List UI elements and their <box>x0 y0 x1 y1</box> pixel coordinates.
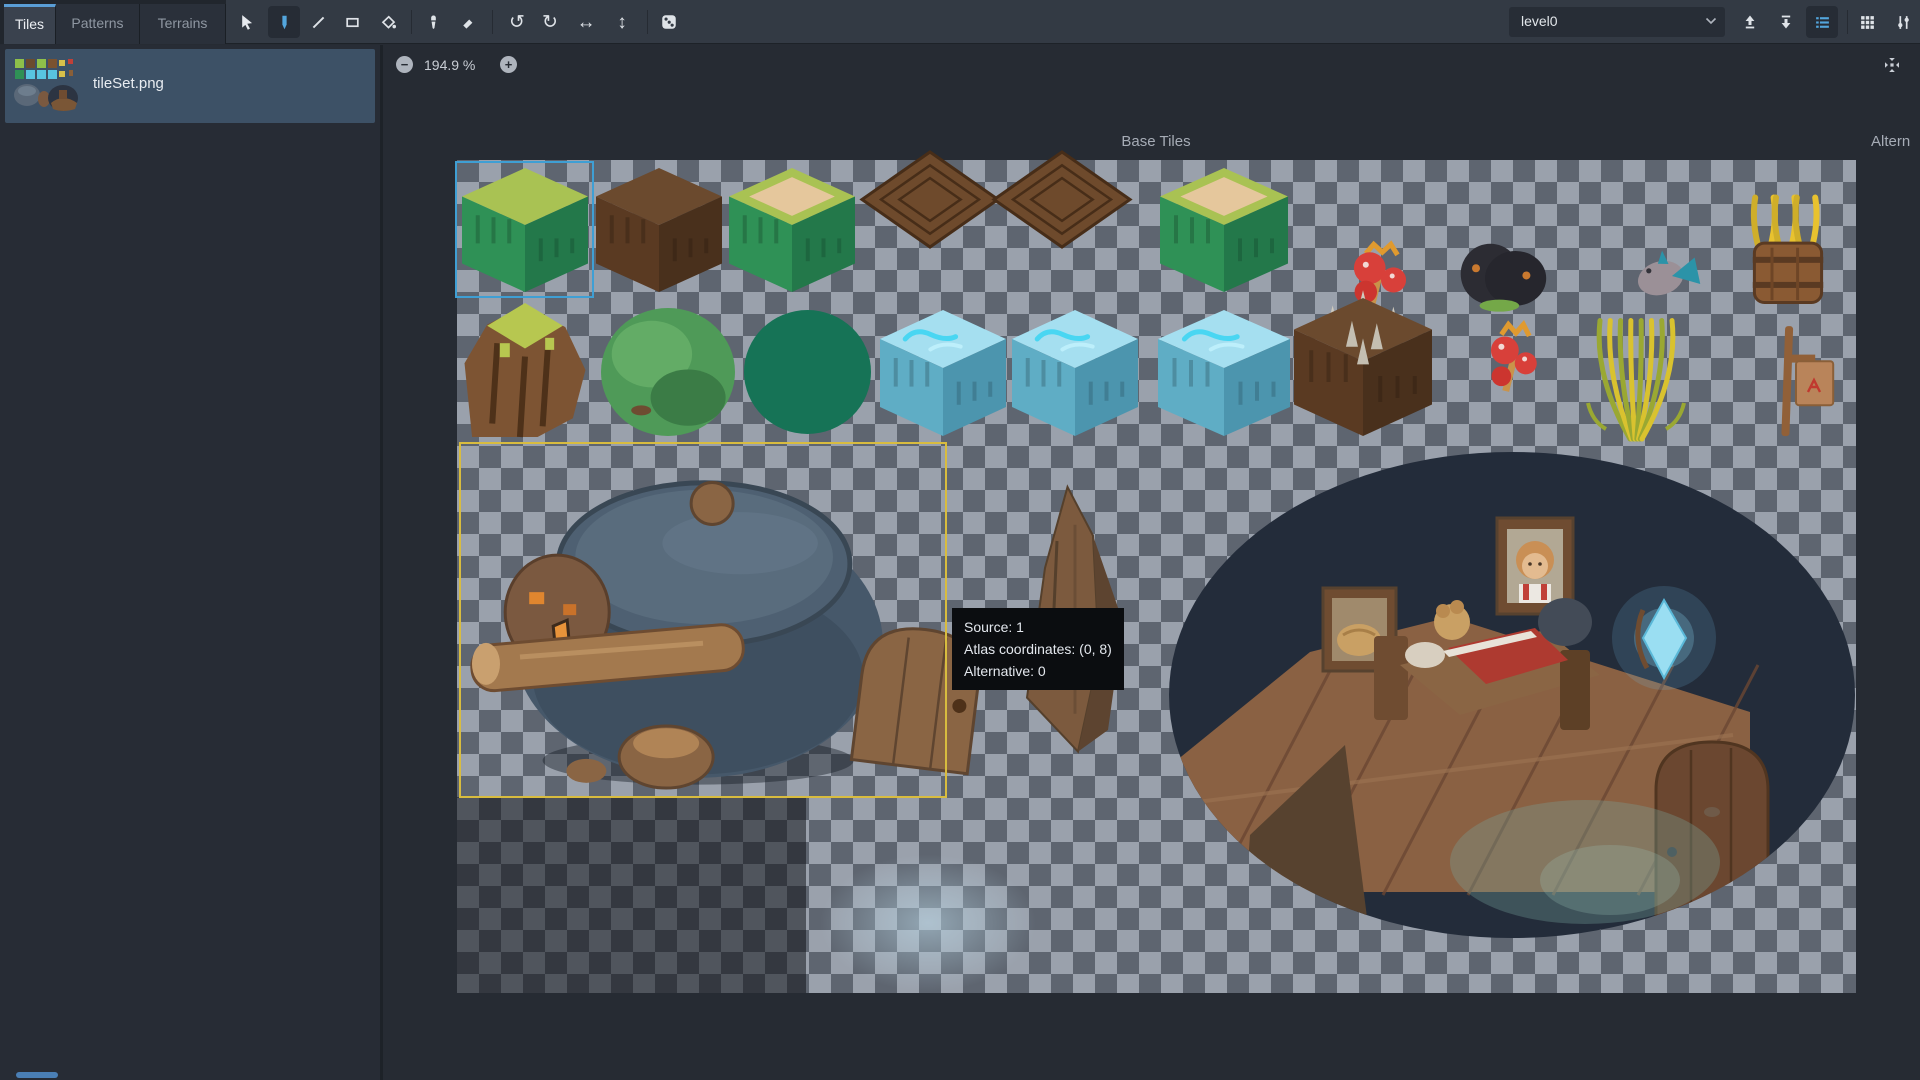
flip-vertical-button[interactable]: ↕ <box>606 6 638 38</box>
line-icon <box>310 14 327 31</box>
flip-horizontal-icon: ↔ <box>577 13 596 32</box>
atlas-canvas[interactable]: − 194.9 % + Base Tiles Altern Source: 1 … <box>383 45 1920 1080</box>
eyedropper-icon <box>425 14 442 31</box>
rotate-right-button[interactable]: ↻ <box>534 6 566 38</box>
sliders-icon <box>1895 14 1912 31</box>
editor-tab-strip: Tiles Patterns Terrains <box>0 0 226 44</box>
base-tiles-header: Base Tiles <box>1100 133 1212 150</box>
recenter-view-button[interactable] <box>1883 56 1901 74</box>
move-layer-down-button[interactable] <box>1770 6 1802 38</box>
hscrollbar-thumb[interactable] <box>16 1072 58 1078</box>
grid-icon <box>1859 14 1876 31</box>
selected-tile-outline <box>455 161 594 298</box>
ghost-tile-glow <box>778 828 1078 1018</box>
arrow-down-bar-icon <box>1778 14 1794 30</box>
recenter-icon <box>1883 56 1901 74</box>
toolbar-separator <box>1847 10 1848 34</box>
bucket-icon <box>380 14 397 31</box>
rect-tool-button[interactable] <box>336 6 368 38</box>
tile-source-item[interactable]: tileSet.png <box>5 49 375 123</box>
tile-tooltip: Source: 1 Atlas coordinates: (0, 8) Alte… <box>952 608 1124 690</box>
tileset-thumbnail <box>13 57 81 115</box>
layer-select-value: level0 <box>1521 13 1558 29</box>
paint-tool-button[interactable] <box>268 6 300 38</box>
highlight-layer-toggle[interactable] <box>1806 6 1838 38</box>
flip-vertical-icon: ↕ <box>617 13 627 32</box>
picker-tool-button[interactable] <box>417 6 449 38</box>
zoom-level-label: 194.9 % <box>424 57 475 73</box>
undo-icon: ↺ <box>509 13 525 32</box>
tooltip-atlas-coordinates: Atlas coordinates: (0, 8) <box>964 638 1112 660</box>
alternative-tiles-header-clipped: Altern <box>1871 133 1910 150</box>
list-icon <box>1814 14 1831 31</box>
dimmed-region <box>457 797 806 993</box>
zoom-in-button[interactable]: + <box>500 56 517 73</box>
toolbar-separator <box>647 10 648 34</box>
redo-icon: ↻ <box>542 13 558 32</box>
bucket-fill-tool-button[interactable] <box>372 6 404 38</box>
rect-icon <box>344 14 361 31</box>
flip-horizontal-button[interactable]: ↔ <box>570 6 602 38</box>
eraser-icon <box>459 14 476 31</box>
move-layer-up-button[interactable] <box>1734 6 1766 38</box>
pencil-icon <box>276 14 293 31</box>
tab-patterns[interactable]: Patterns <box>56 4 140 44</box>
tab-terrains[interactable]: Terrains <box>140 4 226 44</box>
zoom-out-button[interactable]: − <box>396 56 413 73</box>
grid-toggle-button[interactable] <box>1851 6 1883 38</box>
random-tile-button[interactable] <box>653 6 685 38</box>
eraser-tool-button[interactable] <box>451 6 483 38</box>
line-tool-button[interactable] <box>302 6 334 38</box>
toolbar-separator <box>492 10 493 34</box>
tile-source-label: tileSet.png <box>93 75 164 92</box>
tileset-toolbar: Tiles Patterns Terrains <box>0 0 1920 44</box>
tile-sources-panel: tileSet.png <box>0 45 380 1080</box>
selection-tool-button[interactable] <box>231 6 263 38</box>
tab-tiles[interactable]: Tiles <box>4 4 56 44</box>
tileset-editor-window: { "tabs": [ {"label": "Tiles", "active":… <box>0 0 1920 1080</box>
advanced-settings-button[interactable] <box>1887 6 1919 38</box>
arrow-up-bar-icon <box>1742 14 1758 30</box>
chevron-down-icon <box>1705 17 1717 25</box>
dice-icon <box>660 13 678 31</box>
rotate-left-button[interactable]: ↺ <box>501 6 533 38</box>
tooltip-source: Source: 1 <box>964 616 1112 638</box>
tooltip-alternative: Alternative: 0 <box>964 660 1112 682</box>
cursor-icon <box>239 14 256 31</box>
toolbar-separator <box>411 10 412 34</box>
layer-select-dropdown[interactable]: level0 <box>1509 7 1725 37</box>
selected-region-outline <box>459 442 947 798</box>
